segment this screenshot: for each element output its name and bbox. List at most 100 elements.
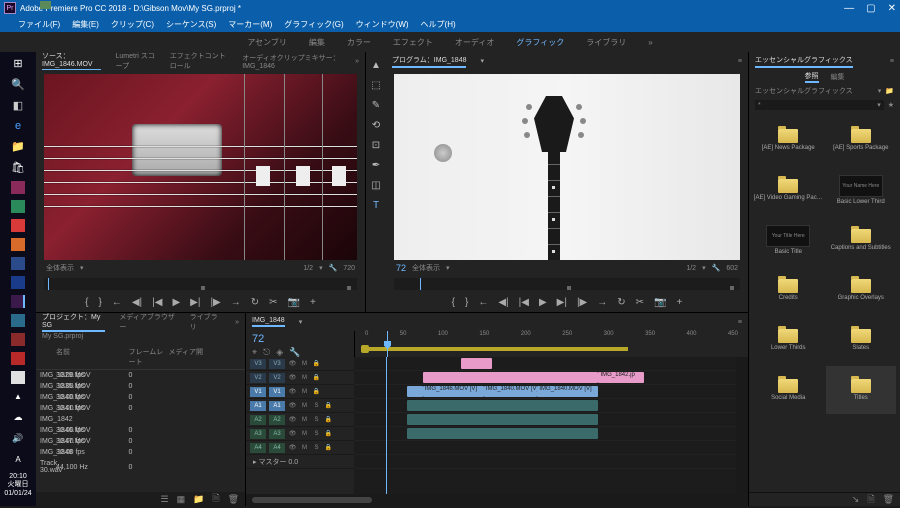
transport-button[interactable]: } [99, 297, 102, 308]
timeline-ruler[interactable]: 050100150200250300350400450 [354, 331, 748, 357]
timeline-scrollbar[interactable] [246, 494, 748, 506]
workspace-tab[interactable]: アセンブリ [247, 37, 287, 48]
program-viewer[interactable] [394, 74, 740, 260]
taskbar-app-icon[interactable] [11, 200, 25, 213]
transport-button[interactable]: ▶ [172, 297, 180, 308]
workspace-overflow-icon[interactable]: » [648, 38, 652, 47]
transport-button[interactable]: { [452, 297, 455, 308]
workspace-tab[interactable]: ライブラリ [586, 37, 626, 48]
transport-button[interactable]: → [597, 297, 607, 308]
eg-new-icon[interactable]: 🗎 [867, 492, 874, 508]
eg-import-icon[interactable]: ↘ [852, 494, 860, 505]
menu-item[interactable]: グラフィック(G) [284, 19, 343, 30]
transport-button[interactable]: ▶ [539, 297, 547, 308]
program-tab-dropdown[interactable]: ▾ [480, 57, 484, 65]
workspace-tab[interactable]: 編集 [309, 37, 325, 48]
workspace-tab[interactable]: カラー [347, 37, 371, 48]
premiere-taskbar-icon[interactable] [11, 295, 25, 308]
taskbar-app-icon[interactable] [11, 181, 25, 194]
track-lane[interactable] [354, 441, 736, 455]
taskbar-app-icon[interactable] [11, 352, 25, 365]
minimize-button[interactable]: — [844, 3, 854, 14]
ime-icon[interactable]: A [10, 452, 26, 467]
list-view-icon[interactable]: ☰ [161, 494, 169, 505]
transport-button[interactable]: |▶ [577, 297, 587, 308]
tool-button[interactable]: ⟲ [369, 118, 383, 132]
timeline-clip[interactable] [407, 400, 598, 411]
timeline-clip[interactable] [407, 428, 598, 439]
eg-template-item[interactable]: Captions and Subtitles [826, 216, 897, 264]
transport-button[interactable]: ▶| [190, 297, 200, 308]
transport-button[interactable]: + [310, 297, 316, 308]
tool-button[interactable]: ⬚ [369, 78, 383, 92]
new-item-icon[interactable]: 🗎 [212, 491, 219, 507]
volume-icon[interactable]: 🔊 [10, 431, 26, 446]
transport-button[interactable]: ▶| [557, 297, 567, 308]
project-tab[interactable]: ライブラリ [190, 312, 222, 332]
eg-template-item[interactable]: Credits [753, 266, 824, 314]
explorer-icon[interactable]: 📁 [10, 139, 26, 154]
project-item-row[interactable]: IMG_1835.MOV30.00 fps0 [36, 381, 245, 392]
tool-button[interactable]: ✎ [369, 98, 383, 112]
store-icon[interactable]: 🛍 [10, 160, 26, 175]
transport-button[interactable]: → [231, 297, 241, 308]
zoom-dropdown[interactable]: ▾ [446, 264, 450, 272]
eg-subtab[interactable]: 参照 [805, 71, 819, 83]
taskbar-app-icon[interactable] [11, 371, 25, 384]
search-icon[interactable]: 🔍 [10, 77, 26, 92]
transport-button[interactable]: + [676, 297, 682, 308]
taskbar-app-icon[interactable] [11, 238, 25, 251]
project-item-row[interactable]: IMG_1846.MOV30.00 fps0 [36, 425, 245, 436]
transport-button[interactable]: |◀ [519, 297, 529, 308]
eg-panel-tab[interactable]: エッセンシャルグラフィックス [755, 55, 853, 68]
transport-button[interactable]: ✂ [636, 297, 644, 308]
tool-button[interactable]: ⊡ [369, 138, 383, 152]
timeline-clip[interactable] [407, 386, 422, 397]
audio-track-header[interactable]: A4A4👁MS🔒 [246, 441, 354, 455]
task-view-icon[interactable]: ◧ [10, 98, 26, 113]
menu-item[interactable]: クリップ(C) [111, 19, 154, 30]
program-timecode[interactable]: 72 [396, 263, 406, 273]
chevron-down-icon[interactable]: ▾ [878, 87, 882, 95]
timeline-clip[interactable]: IMG_1840.MOV [V] [484, 386, 537, 397]
star-filter-icon[interactable]: ★ [888, 101, 894, 109]
zoom-dropdown[interactable]: ▾ [80, 264, 84, 272]
timeline-clip[interactable]: IMG_1842.jp [598, 372, 644, 383]
timeline-playhead[interactable] [386, 357, 387, 494]
taskbar-app-icon[interactable] [11, 257, 25, 270]
source-tab[interactable]: エフェクトコントロール [170, 51, 229, 71]
track-lane[interactable] [354, 399, 736, 413]
timeline-timecode[interactable]: 72 [252, 333, 348, 345]
eg-subtab[interactable]: 編集 [831, 72, 845, 82]
audio-track-header[interactable]: A2A2👁MS🔒 [246, 413, 354, 427]
track-lane[interactable] [354, 413, 736, 427]
icon-view-icon[interactable]: ▦ [177, 494, 186, 505]
sequence-tab[interactable]: IMG_1848 [252, 317, 285, 327]
tabs-overflow-icon[interactable]: » [355, 58, 359, 65]
maximize-button[interactable]: ▢ [866, 3, 875, 14]
project-item-row[interactable]: IMG_1842 [36, 414, 245, 425]
timeline-clip[interactable]: IMG_1840.MOV [V] [537, 386, 598, 397]
panel-menu-icon[interactable]: ≡ [890, 58, 894, 65]
panel-menu-icon[interactable]: ≡ [738, 319, 742, 326]
eg-template-item[interactable]: [AE] Video Gaming Pac… [753, 166, 824, 214]
transport-button[interactable]: |◀ [152, 297, 162, 308]
panel-menu-icon[interactable]: ≡ [738, 58, 742, 65]
transport-button[interactable]: 📷 [288, 297, 300, 308]
edge-icon[interactable]: e [10, 118, 26, 133]
timeline-clip[interactable] [461, 358, 492, 369]
start-icon[interactable]: ⊞ [10, 56, 26, 71]
eg-template-item[interactable]: Slates [826, 316, 897, 364]
eg-trash-icon[interactable]: 🗑 [883, 494, 894, 505]
project-item-row[interactable]: Track 30.wav44,100 Hz0 [36, 458, 245, 476]
transport-button[interactable]: ◀| [498, 297, 508, 308]
column-header[interactable]: メディア開 [169, 347, 242, 367]
resolution-dropdown[interactable]: ▾ [702, 264, 706, 272]
settings-icon[interactable]: 🔧 [329, 264, 338, 272]
menu-item[interactable]: ファイル(F) [18, 19, 60, 30]
eg-template-item[interactable]: Graphic Overlays [826, 266, 897, 314]
workspace-tab[interactable]: オーディオ [455, 37, 494, 48]
transport-button[interactable]: { [85, 297, 88, 308]
transport-button[interactable]: ↻ [251, 297, 259, 308]
add-folder-icon[interactable]: 📁 [885, 87, 894, 95]
